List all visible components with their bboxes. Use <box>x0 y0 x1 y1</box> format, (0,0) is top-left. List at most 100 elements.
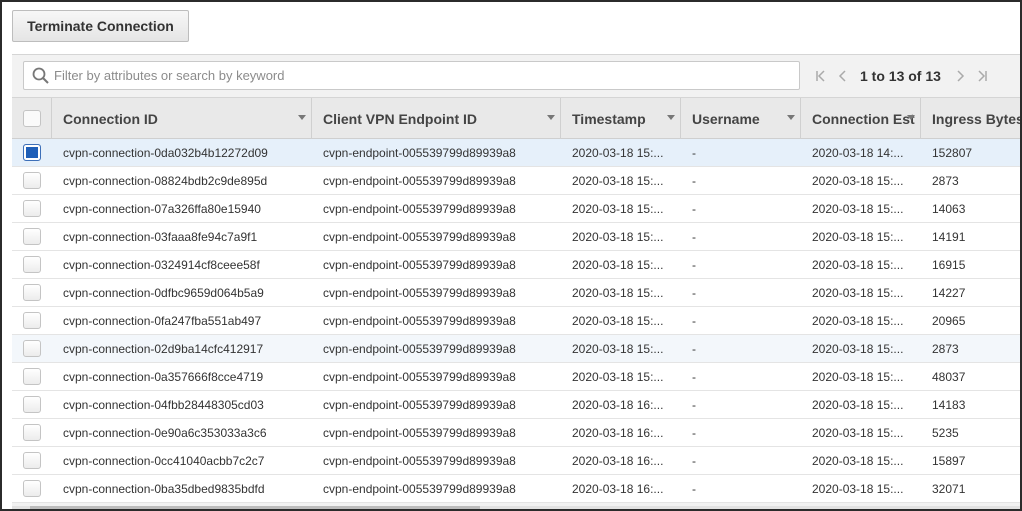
column-header-connection-id[interactable]: Connection ID <box>52 98 312 139</box>
endpoint-id-cell: cvpn-endpoint-005539799d89939a8 <box>323 341 516 356</box>
table-row[interactable]: cvpn-connection-07a326ffa80e15940 cvpn-en… <box>12 195 1020 223</box>
username-cell: - <box>692 453 696 468</box>
filter-search-input[interactable] <box>54 68 774 83</box>
connection-id-cell: cvpn-connection-0e90a6c353033a3c6 <box>63 425 267 440</box>
table-row[interactable]: cvpn-connection-04fbb28448305cd03 cvpn-en… <box>12 391 1020 419</box>
endpoint-id-cell: cvpn-endpoint-005539799d89939a8 <box>323 425 516 440</box>
last-page-icon[interactable] <box>971 65 993 87</box>
connection-established-cell: 2020-03-18 15:... <box>812 453 904 468</box>
endpoint-id-cell: cvpn-endpoint-005539799d89939a8 <box>323 201 516 216</box>
table-row[interactable]: cvpn-connection-0da032b4b12272d09 cvpn-en… <box>12 139 1020 167</box>
table-row[interactable]: cvpn-connection-0fa247fba551ab497 cvpn-en… <box>12 307 1020 335</box>
row-select-cell <box>12 307 52 334</box>
column-label: Username <box>692 110 760 127</box>
ingress-bytes-cell: 14063 <box>932 201 966 216</box>
column-header-username[interactable]: Username <box>681 98 801 139</box>
select-all-checkbox[interactable] <box>22 110 41 127</box>
next-page-icon[interactable] <box>949 65 971 87</box>
horizontal-scrollbar[interactable] <box>12 506 1020 509</box>
first-page-icon[interactable] <box>810 65 832 87</box>
terminate-connection-button[interactable]: Terminate Connection <box>12 10 189 42</box>
filter-search-box[interactable] <box>23 61 800 90</box>
username-cell: - <box>692 257 696 272</box>
column-header-timestamp[interactable]: Timestamp <box>561 98 681 139</box>
row-select-cell <box>12 419 52 446</box>
row-checkbox[interactable] <box>23 452 41 469</box>
timestamp-cell: 2020-03-18 16:... <box>572 397 664 412</box>
username-cell: - <box>692 229 696 244</box>
column-label: Ingress Bytes <box>932 110 1022 127</box>
table-row[interactable]: cvpn-connection-0cc41040acbb7c2c7 cvpn-en… <box>12 447 1020 475</box>
username-cell: - <box>692 481 696 496</box>
table-row[interactable]: cvpn-connection-08824bdb2c9de895d cvpn-en… <box>12 167 1020 195</box>
row-checkbox[interactable] <box>23 340 41 357</box>
row-checkbox[interactable] <box>23 256 41 273</box>
connection-established-cell: 2020-03-18 15:... <box>812 285 904 300</box>
row-select-cell <box>12 167 52 194</box>
username-cell: - <box>692 341 696 356</box>
ingress-bytes-cell: 20965 <box>932 313 966 328</box>
sort-caret-icon <box>547 115 555 120</box>
endpoint-id-cell: cvpn-endpoint-005539799d89939a8 <box>323 453 516 468</box>
ingress-bytes-cell: 2873 <box>932 173 959 188</box>
timestamp-cell: 2020-03-18 15:... <box>572 173 664 188</box>
table-row[interactable]: cvpn-connection-02d9ba14cfc412917 cvpn-en… <box>12 335 1020 363</box>
timestamp-cell: 2020-03-18 15:... <box>572 229 664 244</box>
endpoint-id-cell: cvpn-endpoint-005539799d89939a8 <box>323 369 516 384</box>
row-checkbox[interactable] <box>23 284 41 301</box>
column-header-endpoint-id[interactable]: Client VPN Endpoint ID <box>312 98 561 139</box>
endpoint-id-cell: cvpn-endpoint-005539799d89939a8 <box>323 397 516 412</box>
sort-caret-icon <box>787 115 795 120</box>
timestamp-cell: 2020-03-18 15:... <box>572 201 664 216</box>
table-row[interactable]: cvpn-connection-0e90a6c353033a3c6 cvpn-en… <box>12 419 1020 447</box>
row-checkbox[interactable] <box>23 312 41 329</box>
ingress-bytes-cell: 48037 <box>932 369 966 384</box>
table-row[interactable]: cvpn-connection-0ba35dbed9835bdfd cvpn-en… <box>12 475 1020 503</box>
timestamp-cell: 2020-03-18 15:... <box>572 145 664 160</box>
connection-id-cell: cvpn-connection-07a326ffa80e15940 <box>63 201 261 216</box>
pagination: 1 to 13 of 13 <box>810 61 993 90</box>
scrollbar-thumb[interactable] <box>30 506 480 509</box>
row-checkbox[interactable] <box>23 228 41 245</box>
row-checkbox[interactable] <box>23 144 41 161</box>
connection-id-cell: cvpn-connection-04fbb28448305cd03 <box>63 397 264 412</box>
table-row[interactable]: cvpn-connection-03faaa8fe94c7a9f1 cvpn-en… <box>12 223 1020 251</box>
username-cell: - <box>692 397 696 412</box>
timestamp-cell: 2020-03-18 16:... <box>572 425 664 440</box>
connections-table-panel: 1 to 13 of 13 Connection ID Client VPN E… <box>12 54 1022 509</box>
row-checkbox[interactable] <box>23 480 41 497</box>
row-select-cell <box>12 363 52 390</box>
row-checkbox[interactable] <box>23 396 41 413</box>
connection-id-cell: cvpn-connection-0da032b4b12272d09 <box>63 145 268 160</box>
table-row[interactable]: cvpn-connection-0a357666f8cce4719 cvpn-en… <box>12 363 1020 391</box>
connection-id-cell: cvpn-connection-02d9ba14cfc412917 <box>63 341 264 356</box>
table-header: Connection ID Client VPN Endpoint ID Tim… <box>12 97 1022 139</box>
row-checkbox[interactable] <box>23 368 41 385</box>
connections-window: Terminate Connection 1 to 13 of 13 <box>0 0 1022 511</box>
ingress-bytes-cell: 152807 <box>932 145 973 160</box>
row-checkbox[interactable] <box>23 172 41 189</box>
timestamp-cell: 2020-03-18 15:... <box>572 341 664 356</box>
timestamp-cell: 2020-03-18 15:... <box>572 257 664 272</box>
endpoint-id-cell: cvpn-endpoint-005539799d89939a8 <box>323 145 516 160</box>
connection-id-cell: cvpn-connection-0cc41040acbb7c2c7 <box>63 453 265 468</box>
connections-table: Connection ID Client VPN Endpoint ID Tim… <box>12 97 1022 503</box>
connection-established-cell: 2020-03-18 15:... <box>812 257 904 272</box>
column-header-connection-established[interactable]: Connection Est <box>801 98 921 139</box>
endpoint-id-cell: cvpn-endpoint-005539799d89939a8 <box>323 229 516 244</box>
row-checkbox[interactable] <box>23 424 41 441</box>
sort-caret-icon <box>667 115 675 120</box>
row-select-cell <box>12 447 52 474</box>
table-row[interactable]: cvpn-connection-0dfbc9659d064b5a9 cvpn-en… <box>12 279 1020 307</box>
previous-page-icon[interactable] <box>832 65 854 87</box>
endpoint-id-cell: cvpn-endpoint-005539799d89939a8 <box>323 173 516 188</box>
ingress-bytes-cell: 14183 <box>932 397 966 412</box>
row-checkbox[interactable] <box>23 200 41 217</box>
timestamp-cell: 2020-03-18 15:... <box>572 285 664 300</box>
column-header-ingress-bytes[interactable]: Ingress Bytes <box>921 98 1022 139</box>
table-row[interactable]: cvpn-connection-0324914cf8ceee58f cvpn-en… <box>12 251 1020 279</box>
username-cell: - <box>692 369 696 384</box>
connection-id-cell: cvpn-connection-0ba35dbed9835bdfd <box>63 481 265 496</box>
connection-id-cell: cvpn-connection-0dfbc9659d064b5a9 <box>63 285 264 300</box>
row-select-cell <box>12 251 52 278</box>
